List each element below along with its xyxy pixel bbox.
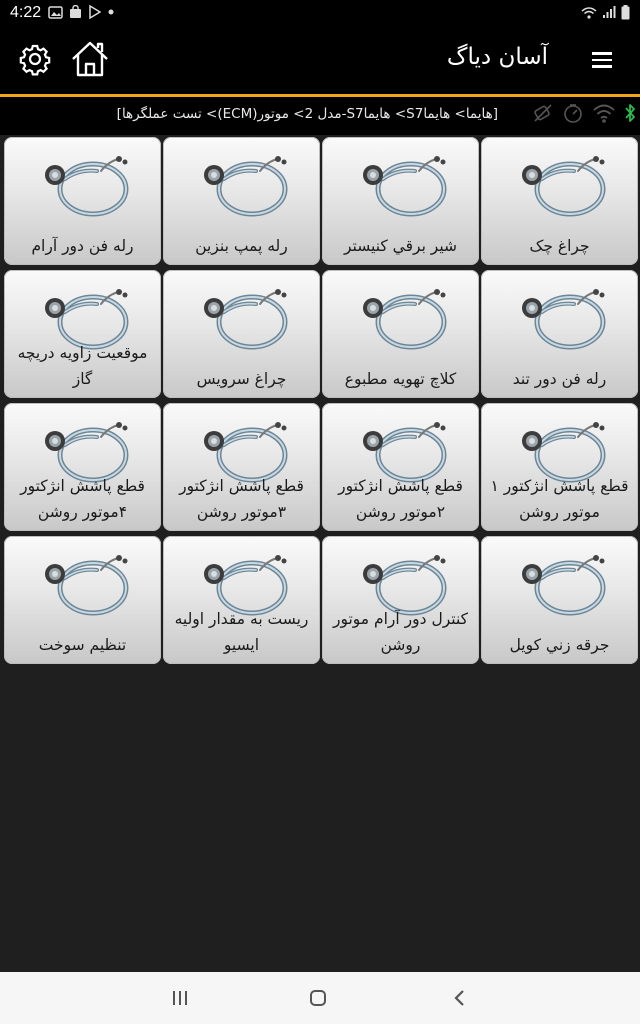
tile-label: موقعيت زاويه دريچه گاز: [17, 344, 148, 388]
hamburger-icon: [588, 52, 616, 68]
tile-label: قطع پاشش انژكتور ۳موتور روشن: [179, 477, 304, 521]
actuator-tile[interactable]: رله فن دور تند: [481, 270, 638, 398]
actuator-tile[interactable]: قطع پاشش انژكتور ۴موتور روشن: [4, 403, 161, 531]
tile-label: رله فن دور تند: [512, 370, 607, 388]
actuator-tile[interactable]: موقعيت زاويه دريچه گاز: [4, 270, 161, 398]
gear-icon: [19, 44, 51, 76]
home-circle-icon: [310, 990, 326, 1006]
recent-apps-button[interactable]: [168, 986, 196, 1010]
home-icon: [72, 41, 108, 77]
wifi-connection-icon: [593, 104, 615, 123]
actuator-tile[interactable]: تنظيم سوخت: [4, 536, 161, 664]
status-time: 4:22: [10, 4, 42, 21]
status-right-icons: [581, 5, 630, 20]
actuator-tile[interactable]: رله فن دور آرام: [4, 137, 161, 265]
back-icon: [454, 990, 464, 1006]
system-nav-bar: [0, 972, 640, 1024]
wifi-icon: [581, 7, 597, 19]
battery-icon: [621, 5, 630, 20]
connection-status-icons: [532, 102, 636, 124]
tile-label: قطع پاشش انژكتور ۲موتور روشن: [338, 477, 463, 521]
settings-button[interactable]: [18, 42, 52, 76]
actuator-tile[interactable]: قطع پاشش انژكتور ۳موتور روشن: [163, 403, 320, 531]
tile-label: شير برقي كنيستر: [343, 237, 458, 255]
home-button[interactable]: [70, 40, 110, 78]
tile-label: قطع پاشش انژكتور ۴موتور روشن: [20, 477, 145, 521]
tile-label: ريست به مقدار اوليه ايسيو: [174, 610, 309, 654]
tile-label: چراغ چک: [529, 237, 590, 255]
stethoscope-icon: [512, 282, 608, 352]
tile-label: كنترل دور آرام موتور روشن: [332, 610, 468, 654]
actuator-tile[interactable]: ريست به مقدار اوليه ايسيو: [163, 536, 320, 664]
actuator-tile[interactable]: كنترل دور آرام موتور روشن: [322, 536, 479, 664]
tile-label: چراغ سرويس: [196, 370, 287, 388]
stethoscope-icon: [194, 282, 290, 352]
signal-icon: [603, 6, 616, 18]
breadcrumb-bar: [هايما> هايماS7> هايماS7-مدل 2> موتور(EC…: [0, 97, 640, 135]
stethoscope-icon: [512, 149, 608, 219]
actuator-tile[interactable]: چراغ سرويس: [163, 270, 320, 398]
status-left-icons: [48, 5, 115, 19]
status-bar: 4:22: [0, 0, 640, 28]
recent-apps-icon: [173, 991, 187, 1005]
actuator-test-grid: چراغ چک شير برقي كنيستر رله پمپ بنزين رل…: [2, 137, 638, 664]
actuator-tile[interactable]: رله پمپ بنزين: [163, 137, 320, 265]
dot-icon: [108, 9, 114, 15]
stethoscope-icon: [35, 548, 131, 618]
tile-label: جرقه زني كويل: [509, 636, 610, 654]
back-button[interactable]: [448, 986, 476, 1010]
play-store-icon: [89, 5, 101, 19]
actuator-tile[interactable]: شير برقي كنيستر: [322, 137, 479, 265]
tile-label: تنظيم سوخت: [38, 636, 127, 654]
stethoscope-icon: [353, 282, 449, 352]
tile-label: رله پمپ بنزين: [195, 237, 288, 255]
actuator-tile[interactable]: جرقه زني كويل: [481, 536, 638, 664]
stethoscope-icon: [512, 548, 608, 618]
tile-label: كلاچ تهويه مطبوع: [344, 370, 457, 388]
actuator-tile[interactable]: كلاچ تهويه مطبوع: [322, 270, 479, 398]
bluetooth-icon: [625, 104, 635, 122]
stethoscope-icon: [194, 149, 290, 219]
actuator-tile[interactable]: چراغ چک: [481, 137, 638, 265]
home-nav-button[interactable]: [306, 986, 334, 1010]
menu-button[interactable]: [588, 48, 616, 74]
app-title: آسان دیاگ: [446, 44, 548, 70]
speed-gauge-icon: [564, 104, 582, 123]
no-vehicle-connection-icon: [534, 104, 552, 122]
breadcrumb: [هايما> هايماS7> هايماS7-مدل 2> موتور(EC…: [116, 106, 498, 122]
actuator-tile[interactable]: قطع پاشش انژكتور ۱ موتور روشن: [481, 403, 638, 531]
image-icon: [48, 5, 63, 19]
app-bar: آسان دیاگ: [0, 28, 640, 94]
shopping-bag-icon: [70, 5, 81, 18]
tile-label: رله فن دور آرام: [31, 237, 134, 255]
actuator-tile[interactable]: قطع پاشش انژكتور ۲موتور روشن: [322, 403, 479, 531]
stethoscope-icon: [35, 149, 131, 219]
stethoscope-icon: [353, 149, 449, 219]
tile-label: قطع پاشش انژكتور ۱ موتور روشن: [490, 477, 629, 521]
